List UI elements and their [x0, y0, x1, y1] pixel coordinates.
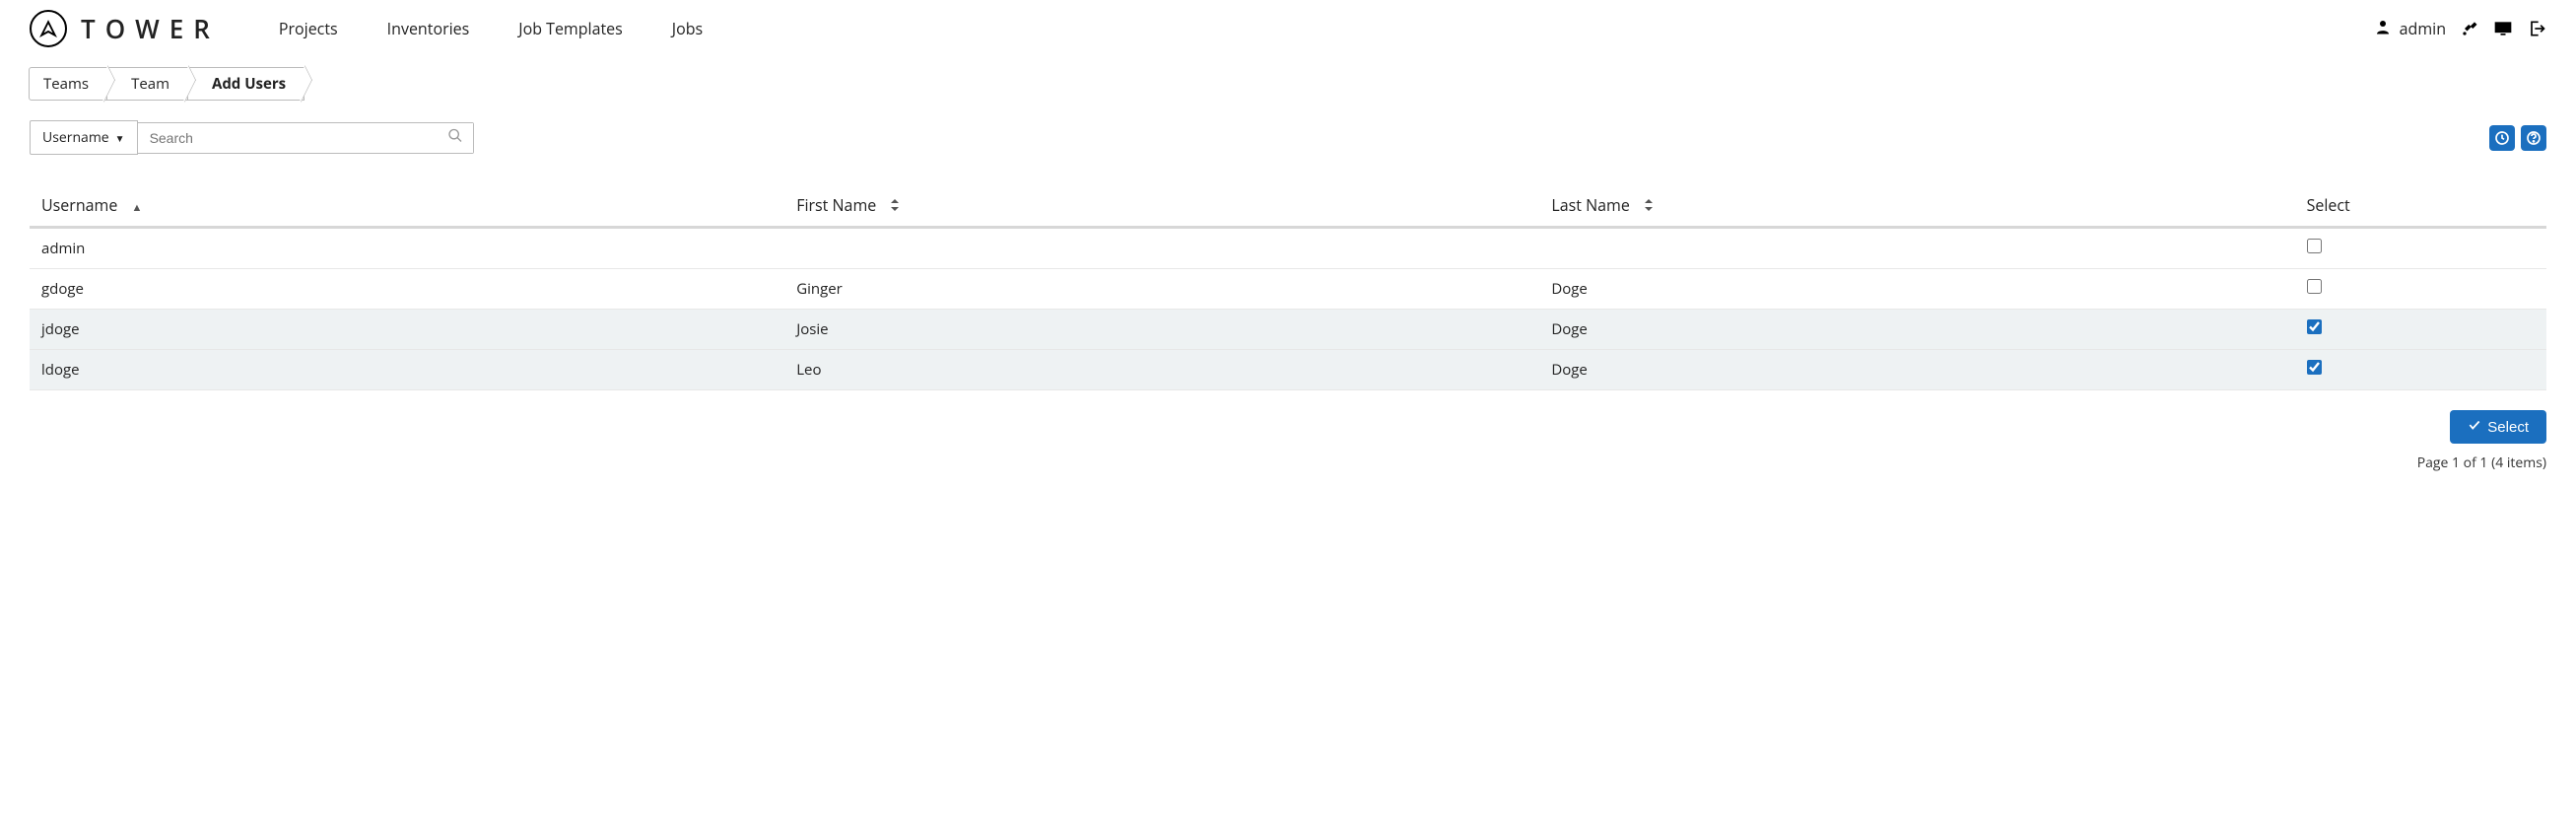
header: TOWER Projects Inventories Job Templates… [0, 0, 2576, 57]
row-checkbox[interactable] [2307, 360, 2322, 375]
current-user[interactable]: admin [2374, 18, 2446, 40]
row-checkbox[interactable] [2307, 319, 2322, 334]
footer-actions: Select [30, 410, 2546, 444]
row-checkbox[interactable] [2307, 279, 2322, 294]
main-nav: Projects Inventories Job Templates Jobs [279, 18, 703, 39]
check-icon [2468, 418, 2481, 436]
cell-select [2295, 228, 2546, 269]
nav-job-templates[interactable]: Job Templates [518, 18, 623, 39]
filter-bar: Username ▼ [30, 120, 2546, 155]
chevron-down-icon: ▼ [115, 131, 125, 145]
user-icon [2374, 18, 2392, 40]
brand-name: TOWER [81, 11, 220, 46]
col-header-username[interactable]: Username ▲ [30, 184, 784, 228]
settings-icon[interactable] [2460, 19, 2479, 38]
cell-first-name [784, 228, 1539, 269]
cell-select [2295, 269, 2546, 310]
filter-actions [2489, 125, 2546, 151]
col-header-last-name[interactable]: Last Name [1539, 184, 2294, 228]
clock-icon-button[interactable] [2489, 125, 2515, 151]
logout-icon[interactable] [2527, 19, 2546, 38]
select-button-label: Select [2487, 419, 2529, 436]
users-table: Username ▲ First Name Last Name Sele [30, 184, 2546, 390]
cell-select [2295, 310, 2546, 350]
sort-icon [890, 200, 900, 215]
breadcrumb-add-users[interactable]: Add Users [187, 67, 305, 101]
cell-first-name: Leo [784, 350, 1539, 390]
cell-first-name: Ginger [784, 269, 1539, 310]
table-row: gdogeGingerDoge [30, 269, 2546, 310]
col-header-first-name[interactable]: First Name [784, 184, 1539, 228]
sort-asc-icon: ▲ [131, 200, 142, 215]
nav-jobs[interactable]: Jobs [672, 18, 703, 39]
filter-field-dropdown[interactable]: Username ▼ [30, 120, 138, 155]
help-icon-button[interactable] [2521, 125, 2546, 151]
header-right: admin [2374, 18, 2546, 40]
table-row: ldogeLeoDoge [30, 350, 2546, 390]
sort-icon [1644, 200, 1654, 215]
cell-username: admin [30, 228, 784, 269]
logo[interactable]: TOWER [30, 10, 220, 47]
search-input[interactable] [138, 123, 473, 153]
cell-username: ldoge [30, 350, 784, 390]
select-button[interactable]: Select [2450, 410, 2546, 444]
cell-select [2295, 350, 2546, 390]
breadcrumb: Teams Team Add Users [30, 67, 2576, 101]
nav-inventories[interactable]: Inventories [387, 18, 470, 39]
monitor-icon[interactable] [2493, 19, 2513, 38]
breadcrumb-team[interactable]: Team [106, 67, 188, 101]
cell-last-name: Doge [1539, 350, 2294, 390]
cell-last-name: Doge [1539, 310, 2294, 350]
user-name: admin [2400, 18, 2446, 39]
col-header-select: Select [2295, 184, 2546, 228]
cell-username: gdoge [30, 269, 784, 310]
table-row: jdogeJosieDoge [30, 310, 2546, 350]
nav-projects[interactable]: Projects [279, 18, 338, 39]
filter-field-label: Username [42, 128, 109, 147]
cell-last-name [1539, 228, 2294, 269]
search-icon[interactable] [447, 127, 463, 148]
row-checkbox[interactable] [2307, 239, 2322, 253]
table-row: admin [30, 228, 2546, 269]
breadcrumb-teams[interactable]: Teams [29, 67, 107, 101]
logo-icon [30, 10, 67, 47]
cell-first-name: Josie [784, 310, 1539, 350]
pagination-status: Page 1 of 1 (4 items) [30, 454, 2546, 472]
cell-username: jdoge [30, 310, 784, 350]
cell-last-name: Doge [1539, 269, 2294, 310]
search-wrap [138, 122, 474, 154]
